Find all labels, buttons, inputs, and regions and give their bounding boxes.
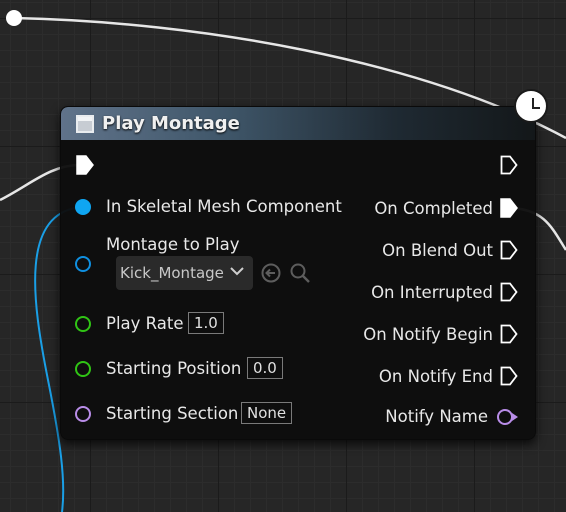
pin-arrow-icon <box>512 413 518 421</box>
starting-section-label: Starting Section <box>106 404 239 423</box>
play-rate-input[interactable]: 1.0 <box>188 312 224 334</box>
on-interrupted-pin[interactable] <box>500 282 518 302</box>
on-notify-end-label: On Notify End <box>378 367 493 386</box>
notify-name-pin[interactable] <box>497 409 513 425</box>
node-title: Play Montage <box>102 113 240 134</box>
in-skeletal-mesh-pin[interactable] <box>75 199 91 215</box>
on-blend-out-label: On Blend Out <box>382 241 493 260</box>
play-rate-pin[interactable] <box>75 316 91 332</box>
use-selected-asset-icon[interactable] <box>261 263 281 283</box>
on-interrupted-label: On Interrupted <box>371 283 493 302</box>
on-completed-pin[interactable] <box>500 198 518 218</box>
notify-name-label: Notify Name <box>385 407 488 426</box>
starting-section-input[interactable]: None <box>241 402 293 424</box>
reroute-node-dot[interactable] <box>6 10 22 26</box>
starting-position-input[interactable]: 0.0 <box>247 357 283 379</box>
exec-in-pin[interactable] <box>76 155 94 175</box>
on-notify-begin-label: On Notify Begin <box>363 325 493 344</box>
on-notify-end-pin[interactable] <box>500 366 518 386</box>
on-notify-begin-pin[interactable] <box>500 324 518 344</box>
starting-position-label: Starting Position <box>106 359 242 378</box>
function-icon <box>76 114 94 133</box>
montage-to-play-pin[interactable] <box>75 256 91 272</box>
starting-section-pin[interactable] <box>75 406 91 422</box>
play-rate-label: Play Rate <box>106 314 184 333</box>
starting-position-pin[interactable] <box>75 361 91 377</box>
montage-to-play-label: Montage to Play <box>106 235 240 254</box>
on-completed-label: On Completed <box>374 199 493 218</box>
clock-icon <box>514 89 548 123</box>
on-blend-out-pin[interactable] <box>500 240 518 260</box>
browse-asset-search-icon[interactable] <box>289 262 311 284</box>
chevron-down-icon <box>230 267 244 276</box>
montage-asset-dropdown[interactable]: Kick_Montage <box>116 256 253 290</box>
node-header[interactable]: Play Montage <box>61 107 535 140</box>
montage-asset-value: Kick_Montage <box>120 264 224 282</box>
in-skeletal-mesh-label: In Skeletal Mesh Component <box>106 197 342 216</box>
exec-out-pin[interactable] <box>500 155 518 175</box>
